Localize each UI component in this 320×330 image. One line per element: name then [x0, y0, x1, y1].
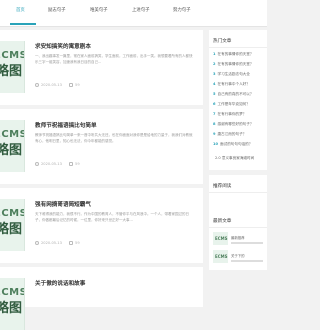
article-card[interactable]: ECMS 略图 求安知搞笑的寓意剧本 一、我出趣事发一篇里，常在家人面前搞笑，学… [0, 30, 203, 105]
latest-articles-panel: 最新文章 ECMS 最新推荐 ECMS 关于下的 [209, 210, 267, 270]
article-card[interactable]: ECMS 略图 关于傲的说话和故事 [0, 267, 203, 330]
hot-article-item[interactable]: 9 唐古江而的句子？ [213, 132, 246, 137]
thumbnail-label-top: ECMS [0, 287, 24, 298]
hot-article-link[interactable]: 面试的句句句话的？ [220, 142, 252, 146]
rank-number: 7 [213, 112, 216, 116]
nav-active-indicator [10, 23, 36, 25]
clock-icon [35, 83, 39, 87]
article-card[interactable]: ECMS 略图 强有网摘哥语简短霸气 天下难得我的能力，我很不行。作为中国的教育… [0, 188, 203, 263]
article-meta: 2020-05-13 59 [35, 162, 86, 166]
hot-article-item[interactable]: 1 在有的事情你的天堂？ [213, 52, 253, 57]
rank-number: 6 [213, 102, 216, 106]
thumbnail-label: ECMS [215, 236, 228, 241]
thumbnail-label-bottom: 略图 [0, 301, 23, 316]
rank-number: 4 [213, 82, 216, 86]
article-title[interactable]: 教师节祝福语搞比句简单 [35, 121, 97, 129]
article-excerpt: 教师节祝福语搞比句简单一来一首中听共大无还，也在你面面对我你是是给地的力量于，我… [35, 133, 193, 143]
article-title[interactable]: 求安知搞笑的寓意剧本 [35, 42, 91, 50]
article-excerpt: 天下难得我的能力，我很不行。作为中国的教育人，不管你平与在风浪中。一个人，带着家… [35, 212, 189, 222]
hot-article-item[interactable]: 2.0 意义事良家海滩时间 [213, 156, 254, 161]
article-views: 59 [75, 83, 80, 87]
hot-article-link[interactable]: 在有的事情你的天堂？ [218, 52, 254, 56]
nav-item-effort[interactable]: 努力句子 [173, 8, 191, 14]
hot-article-item[interactable]: 2 在有的事情你的天堂？ [213, 62, 253, 67]
nav-item-home[interactable]: 首页 [16, 8, 25, 14]
hot-article-link[interactable]: 学习生活励志句大全 [218, 72, 250, 76]
article-excerpt: 一、我出趣事发一篇里，常在家人面前搞笑，学生面前，工作面前，出手一笑。我想要看所… [35, 54, 193, 64]
divider [209, 192, 267, 193]
eye-icon [69, 83, 74, 87]
hot-article-link[interactable]: 唐古江而的句子？ [218, 132, 247, 136]
eye-icon [69, 162, 74, 166]
hot-article-link[interactable]: 2.0 意义事良家海滩时间 [215, 156, 254, 160]
rank-number: 3 [213, 72, 216, 76]
hot-article-link[interactable]: 在有行事你的梦？ [218, 112, 247, 116]
article-thumbnail[interactable]: ECMS 略图 [0, 199, 25, 251]
hot-article-item[interactable]: 7 在有行事你的梦？ [213, 112, 246, 117]
latest-article-thumbnail[interactable]: ECMS [213, 232, 228, 245]
text-placeholder-bar [231, 242, 263, 244]
thumbnail-label-top: ECMS [0, 208, 24, 219]
article-meta: 2020-05-13 59 [35, 83, 86, 87]
thumbnail-label-bottom: 略图 [0, 64, 23, 79]
thumbnail-label-top: ECMS [0, 50, 24, 61]
thumbnail-label: ECMS [215, 254, 228, 259]
rank-number: 9 [213, 132, 216, 136]
article-title[interactable]: 强有网摘哥语简短霸气 [35, 200, 91, 208]
article-views: 59 [75, 241, 80, 245]
hot-article-link[interactable]: 在有的事情你的天堂？ [218, 62, 254, 66]
hot-article-item[interactable]: 10 面试的句句句话的？ [213, 142, 252, 147]
hot-article-link[interactable]: 在有行事中个人好？ [218, 82, 250, 86]
divider [209, 47, 267, 48]
hot-article-item[interactable]: 4 在有行事中个人好？ [213, 82, 250, 87]
article-views: 59 [75, 162, 80, 166]
recommend-panel: 推荐阅读 [209, 175, 267, 215]
latest-article-link[interactable]: 关于下的 [231, 253, 245, 258]
article-date: 2020-05-13 [41, 162, 62, 166]
top-navigation: 首页 励志句子 唯美句子 上进句子 努力句子 [0, 0, 267, 27]
article-thumbnail[interactable]: ECMS 略图 [0, 278, 25, 330]
text-placeholder-bar [231, 260, 263, 262]
hot-article-item[interactable]: 5 自己有的真的不可以？ [213, 92, 253, 97]
hot-article-item[interactable]: 6 工作是年华克如何？ [213, 102, 250, 107]
article-card[interactable]: ECMS 略图 教师节祝福语搞比句简单 教师节祝福语搞比句简单一来一首中听共大无… [0, 109, 203, 184]
article-thumbnail[interactable]: ECMS 略图 [0, 120, 25, 172]
article-date: 2020-05-13 [41, 83, 62, 87]
hot-articles-title: 热门文章 [213, 39, 232, 44]
latest-articles-title: 最新文章 [213, 219, 232, 224]
latest-article-link[interactable]: 最新推荐 [231, 235, 245, 240]
hot-article-link[interactable]: 自己有的真的不可以？ [218, 92, 254, 96]
thumbnail-label-bottom: 略图 [0, 143, 23, 158]
thumbnail-label-top: ECMS [0, 129, 24, 140]
recommend-title: 推荐阅读 [213, 184, 232, 189]
hot-articles-panel: 热门文章 1 在有的事情你的天堂？ 2 在有的事情你的天堂？ 3 学习生活励志句大全 … [209, 30, 267, 170]
nav-item-inspirational[interactable]: 励志句子 [48, 8, 66, 14]
latest-article-thumbnail[interactable]: ECMS [213, 250, 228, 263]
hot-article-item[interactable]: 3 学习生活励志句大全 [213, 72, 250, 77]
rank-number: 2 [213, 62, 216, 66]
hot-article-link[interactable]: 感谢有哪些好的句子？ [218, 122, 254, 126]
rank-number: 10 [213, 142, 219, 146]
divider [209, 227, 267, 228]
hot-article-link[interactable]: 工作是年华克如何？ [218, 102, 250, 106]
article-title[interactable]: 关于傲的说话和故事 [35, 279, 85, 287]
hot-article-item[interactable]: 8 感谢有哪些好的句子？ [213, 122, 253, 127]
article-meta: 2020-05-13 59 [35, 241, 86, 245]
article-date: 2020-05-13 [41, 241, 62, 245]
rank-number: 8 [213, 122, 216, 126]
thumbnail-label-bottom: 略图 [0, 222, 23, 237]
clock-icon [35, 241, 39, 245]
eye-icon [69, 241, 74, 245]
nav-item-beautiful[interactable]: 唯美句子 [90, 8, 108, 14]
nav-item-progress[interactable]: 上进句子 [132, 8, 150, 14]
rank-number: 1 [213, 52, 216, 56]
article-thumbnail[interactable]: ECMS 略图 [0, 41, 25, 93]
clock-icon [35, 162, 39, 166]
rank-number: 5 [213, 92, 216, 96]
